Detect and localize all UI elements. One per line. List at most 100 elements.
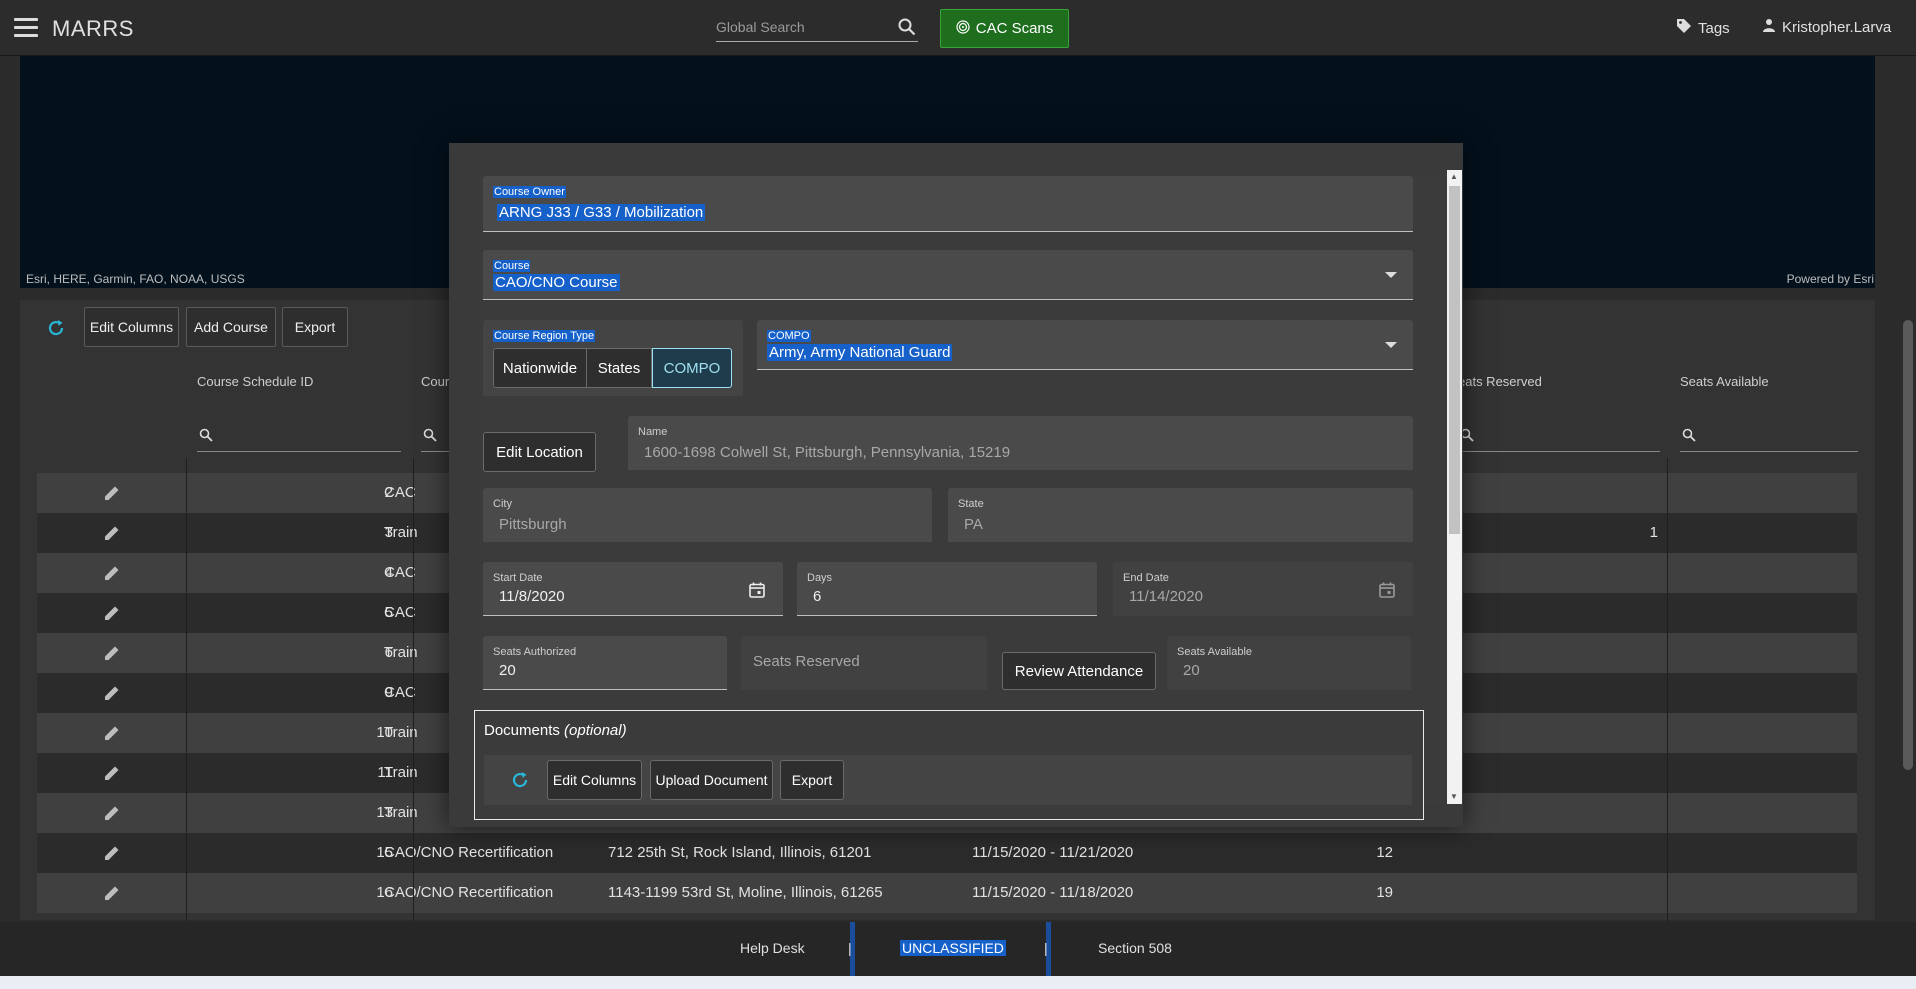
compo-value: Army, Army National Guard [767,344,953,361]
column-divider [186,458,187,928]
seats-available-field[interactable]: Seats Available 20 [1167,636,1411,690]
state-label: State [958,498,984,510]
table-row[interactable]: 15 CAO/CNO Recertification 712 25th St, Ro… [37,833,1857,873]
calendar-icon[interactable] [1379,582,1395,603]
pencil-edit-icon[interactable] [103,484,121,507]
table-cell-course: CAO/CNO Recertification [384,844,554,861]
dialog-scrollbar-thumb[interactable] [1449,186,1460,534]
calendar-icon[interactable] [749,582,765,603]
add-course-button[interactable]: Add Course [186,307,276,347]
user-menu[interactable]: Kristopher.Larva [1762,18,1891,36]
footer-separator: | [848,940,852,956]
column-header-seats-available[interactable]: Seats Available [1680,374,1769,389]
end-date-field[interactable]: End Date 11/14/2020 [1113,562,1413,616]
filter-seats-reserved[interactable] [1458,420,1660,452]
os-taskbar [0,976,1916,989]
documents-optional-note: (optional) [564,722,627,739]
person-icon [1762,18,1776,36]
location-name-value: 1600-1698 Colwell St, Pittsburgh, Pennsy… [644,444,1011,461]
end-date-label: End Date [1123,572,1169,584]
course-value: CAO/CNO Course [493,274,620,291]
seats-reserved-field[interactable]: Seats Reserved [741,636,987,690]
scroll-up-arrow-icon[interactable]: ▲ [1450,172,1458,181]
pencil-edit-icon[interactable] [103,684,121,707]
start-date-field[interactable]: Start Date 11/8/2020 [483,562,783,616]
state-value: PA [964,516,983,533]
days-field[interactable]: Days 6 [797,562,1097,616]
pencil-edit-icon[interactable] [103,844,121,867]
seats-authorized-label: Seats Authorized [493,646,577,658]
refresh-icon[interactable] [510,770,530,795]
refresh-icon[interactable] [46,318,66,343]
days-label: Days [807,572,833,584]
pencil-edit-icon[interactable] [103,764,121,787]
pencil-edit-icon[interactable] [103,884,121,907]
documents-export-button[interactable]: Export [780,760,844,800]
edit-location-button[interactable]: Edit Location [483,432,596,472]
export-button[interactable]: Export [282,307,348,347]
tags-label: Tags [1698,19,1730,37]
filter-seats-available[interactable] [1680,420,1858,452]
table-row[interactable]: 16 CAO/CNO Recertification 1143-1199 53rd … [37,873,1857,913]
state-field[interactable]: State PA [948,488,1413,542]
app-title[interactable]: MARRS [52,16,134,42]
search-icon[interactable] [898,18,916,41]
seats-authorized-value: 20 [499,662,516,679]
pencil-edit-icon[interactable] [103,564,121,587]
filter-course[interactable] [421,420,449,452]
region-compo-button[interactable]: COMPO [652,348,732,388]
review-attendance-button[interactable]: Review Attendance [1002,652,1156,690]
column-header-seats-reserved[interactable]: eats Reserved [1458,374,1542,389]
location-name-label: Name [638,426,668,438]
global-search-input[interactable] [716,14,886,40]
cac-scans-button[interactable]: CAC Scans [940,9,1069,48]
column-divider [1667,458,1668,928]
table-cell-seats-auth: 19 [1376,884,1393,901]
pencil-edit-icon[interactable] [103,804,121,827]
pencil-edit-icon[interactable] [103,724,121,747]
edit-columns-button[interactable]: Edit Columns [84,307,179,347]
start-date-value: 11/8/2020 [499,588,565,605]
seats-authorized-field[interactable]: Seats Authorized 20 [483,636,727,690]
region-nationwide-button[interactable]: Nationwide [493,348,587,388]
course-region-type-label: Course Region Type [493,330,596,342]
seats-available-value: 20 [1183,662,1200,679]
table-cell-course: CAO/CNO Recertification [384,884,554,901]
hamburger-menu-icon[interactable] [14,18,38,38]
top-app-bar: MARRS CAC Scans Tags Kristopher.Larva [0,0,1916,56]
upload-document-button[interactable]: Upload Document [650,760,773,800]
compo-select[interactable]: COMPO Army, Army National Guard [757,320,1413,370]
city-value: Pittsburgh [499,516,567,533]
page-scrollbar-thumb[interactable] [1903,320,1913,770]
column-divider [413,458,414,928]
compo-label: COMPO [767,330,811,342]
location-name-field[interactable]: Name 1600-1698 Colwell St, Pittsburgh, P… [628,416,1413,470]
section-508-link[interactable]: Section 508 [1098,940,1172,956]
course-owner-field[interactable]: Course Owner ARNG J33 / G33 / Mobilizati… [483,176,1413,232]
days-value: 6 [813,588,822,605]
pencil-edit-icon[interactable] [103,524,121,547]
tags-link[interactable]: Tags [1676,18,1730,38]
end-date-value: 11/14/2020 [1129,588,1203,605]
scroll-down-arrow-icon[interactable]: ▼ [1450,792,1458,801]
filter-course-schedule-id[interactable] [197,420,401,452]
help-desk-link[interactable]: Help Desk [740,940,805,956]
course-owner-label: Course Owner [493,186,566,198]
cac-scans-label: CAC Scans [975,20,1054,37]
course-select[interactable]: Course CAO/CNO Course [483,250,1413,300]
course-owner-value: ARNG J33 / G33 / Mobilization [497,204,706,221]
region-states-button[interactable]: States [586,348,652,388]
documents-edit-columns-button[interactable]: Edit Columns [547,760,642,800]
map-powered-by[interactable]: Powered by Esri [1787,272,1874,286]
pencil-edit-icon[interactable] [103,604,121,627]
documents-title: Documents (optional) [484,722,627,739]
table-cell-reserved [1420,833,1658,873]
table-cell-location: 1143-1199 53rd St, Moline, Illinois, 612… [608,884,883,901]
column-header-course-schedule-id[interactable]: Course Schedule ID [197,374,313,389]
course-label: Course [493,260,531,272]
chevron-down-icon[interactable] [1385,272,1397,278]
pencil-edit-icon[interactable] [103,644,121,667]
chevron-down-icon[interactable] [1385,342,1397,348]
city-field[interactable]: City Pittsburgh [483,488,932,542]
fingerprint-icon [956,19,970,38]
